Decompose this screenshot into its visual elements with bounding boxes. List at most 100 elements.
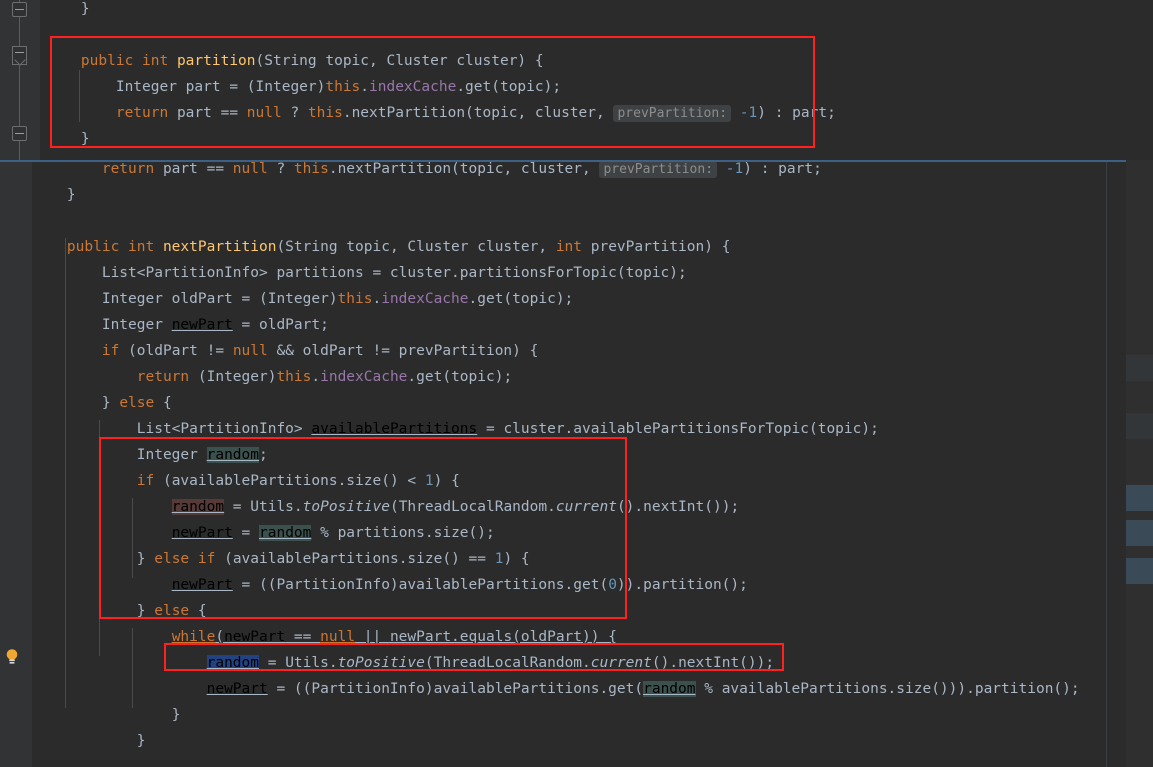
code-line[interactable]: } else { <box>0 390 1153 416</box>
code-token: else <box>154 603 198 619</box>
code-line[interactable]: public int partition(String topic, Clust… <box>0 48 1153 74</box>
code-token: .nextPartition(topic, cluster, <box>342 105 614 121</box>
code-line[interactable]: } <box>0 0 1153 22</box>
stripe-mark[interactable] <box>1126 485 1153 511</box>
code-line[interactable]: List<PartitionInfo> partitions = cluster… <box>0 260 1153 286</box>
code-line[interactable]: while(newPart == null || newPart.equals(… <box>0 624 1153 650</box>
code-token: (oldPart != <box>128 343 233 359</box>
code-token: newPart.equals(oldPart)) { <box>389 629 617 645</box>
code-line[interactable]: random = Utils.toPositive(ThreadLocalRan… <box>0 494 1153 520</box>
parameter-hint-badge: prevPartition: <box>613 105 732 122</box>
code-token: Integer <box>136 447 207 463</box>
code-line[interactable] <box>0 22 1153 48</box>
code-token: .get(topic); <box>468 291 574 307</box>
code-line[interactable]: List<PartitionInfo> availablePartitions … <box>0 416 1153 442</box>
code-line[interactable]: Integer oldPart = (Integer)this.indexCac… <box>0 286 1153 312</box>
code-token: ? <box>281 105 308 121</box>
code-token: Integer part = (Integer) <box>115 79 326 95</box>
code-line[interactable]: } <box>0 702 1153 728</box>
stripe-mark[interactable] <box>1126 520 1153 546</box>
code-token: % partitions.size(); <box>311 525 495 541</box>
code-token: int <box>128 239 163 255</box>
code-line[interactable] <box>0 208 1153 234</box>
code-line[interactable]: random = Utils.toPositive(ThreadLocalRan… <box>0 650 1153 676</box>
code-token: this <box>337 291 373 307</box>
stripe-mark[interactable] <box>1126 413 1153 439</box>
code-line[interactable]: Integer newPart = oldPart; <box>0 312 1153 338</box>
code-token: == <box>285 629 321 645</box>
code-line[interactable]: } else if (availablePartitions.size() ==… <box>0 546 1153 572</box>
code-token: = ((PartitionInfo)availablePartitions.ge… <box>232 577 609 593</box>
code-line[interactable]: if (oldPart != null && oldPart != prevPa… <box>0 338 1153 364</box>
code-token: ) { <box>503 551 530 567</box>
code-token: { <box>162 395 172 411</box>
stripe-mark[interactable] <box>1126 558 1153 584</box>
code-token: this <box>325 79 361 95</box>
stripe-mark[interactable] <box>1126 355 1153 381</box>
code-token: toPositive <box>302 499 390 515</box>
code-line[interactable]: newPart = random % partitions.size(); <box>0 520 1153 546</box>
code-token: part == <box>176 105 247 121</box>
code-token: = ((PartitionInfo)availablePartitions.ge… <box>267 681 644 697</box>
code-token: List<PartitionInfo> partitions = cluster… <box>101 265 687 281</box>
code-token: if <box>101 343 129 359</box>
code-token: toPositive <box>337 655 425 671</box>
code-token: return <box>101 161 163 177</box>
code-token: 0 <box>608 577 617 593</box>
code-token: } <box>136 603 155 619</box>
code-token: availablePartitions <box>311 421 478 437</box>
code-token: -1 <box>739 105 758 121</box>
code-token: % availablePartitions.size())).partition… <box>695 681 1080 697</box>
code-token: && oldPart != prevPartition) { <box>267 343 539 359</box>
code-lines[interactable]: return part == null ? this.nextPartition… <box>0 161 1153 754</box>
code-line[interactable]: return (Integer)this.indexCache.get(topi… <box>0 364 1153 390</box>
quick-definition-overlay[interactable]: } public int partition(String topic, Clu… <box>0 0 1153 160</box>
code-line[interactable]: Integer random; <box>0 442 1153 468</box>
code-token: = oldPart; <box>232 317 329 333</box>
code-line[interactable]: public int nextPartition(String topic, C… <box>0 234 1153 260</box>
code-token: this <box>293 161 329 177</box>
code-token: )).partition(); <box>616 577 748 593</box>
code-token: random <box>206 447 259 463</box>
code-line[interactable]: } <box>0 126 1153 152</box>
code-line[interactable]: } else { <box>0 598 1153 624</box>
code-line[interactable]: return part == null ? this.nextPartition… <box>0 161 1153 182</box>
parameter-hint-badge: prevPartition: <box>599 162 718 178</box>
lightbulb-intention-icon[interactable] <box>4 648 20 666</box>
code-line[interactable]: } <box>0 728 1153 754</box>
code-line[interactable]: if (availablePartitions.size() < 1) { <box>0 468 1153 494</box>
code-token: null <box>246 105 282 121</box>
code-token: indexCache <box>369 79 457 95</box>
code-token: newPart <box>171 525 233 541</box>
code-line[interactable]: return part == null ? this.nextPartition… <box>0 100 1153 126</box>
code-token: else <box>119 395 163 411</box>
code-token: . <box>311 369 321 385</box>
error-stripe-marker-bar[interactable] <box>1126 160 1153 767</box>
code-line[interactable]: newPart = ((PartitionInfo)availableParti… <box>0 572 1153 598</box>
code-token: ) { <box>433 473 460 489</box>
code-token: newPart <box>224 629 286 645</box>
code-token: . <box>372 291 382 307</box>
code-token: (String topic, Cluster cluster, <box>276 239 556 255</box>
code-line[interactable]: newPart = ((PartitionInfo)availableParti… <box>0 676 1153 702</box>
code-line[interactable]: Integer part = (Integer)this.indexCache.… <box>0 74 1153 100</box>
code-token: public <box>80 53 143 69</box>
code-token: this <box>276 369 312 385</box>
code-token: return <box>115 105 177 121</box>
code-token: (availablePartitions.size() == <box>224 551 495 567</box>
code-line[interactable]: } <box>0 182 1153 208</box>
code-token: ) : part; <box>743 161 822 177</box>
code-token: 1 <box>424 473 434 489</box>
main-code-editor[interactable]: return part == null ? this.nextPartition… <box>0 160 1153 767</box>
overlay-code-lines[interactable]: } public int partition(String topic, Clu… <box>0 0 1153 152</box>
code-token: int <box>142 53 177 69</box>
